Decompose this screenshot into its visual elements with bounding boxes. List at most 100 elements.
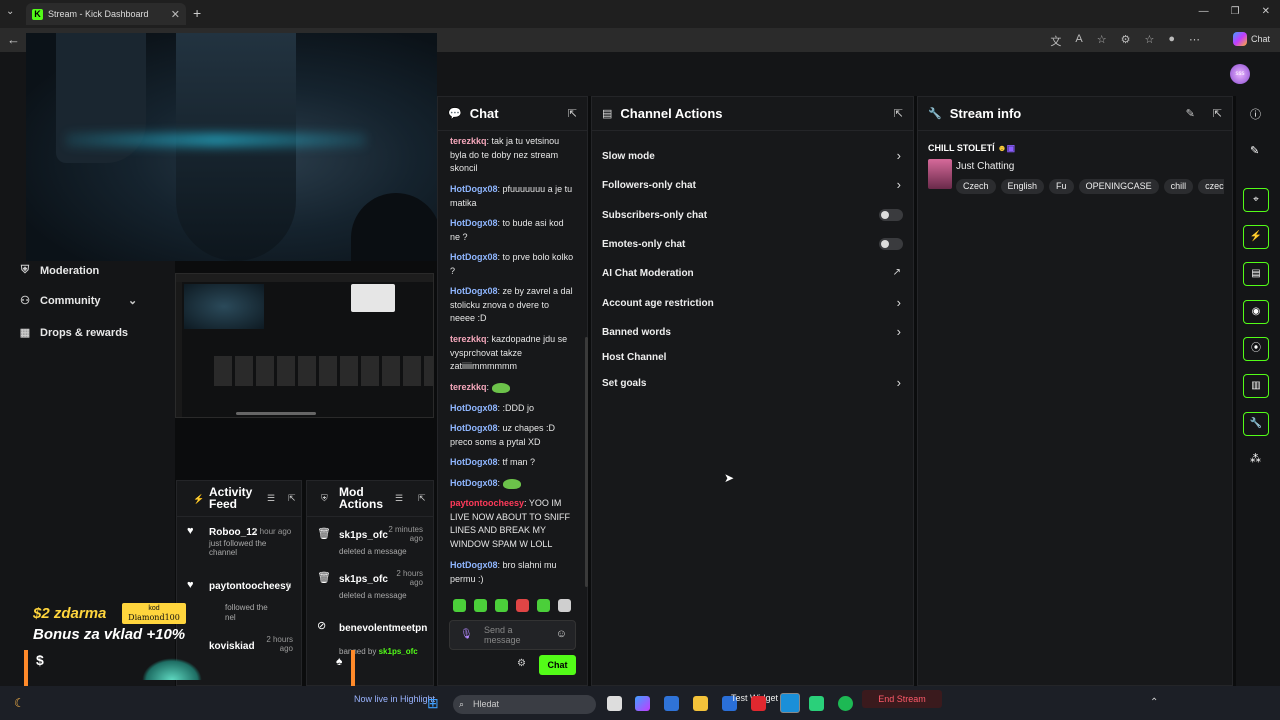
mouse-cursor-icon: ➤ <box>724 471 735 485</box>
actions-icon: ▤ <box>602 108 613 120</box>
restore-icon[interactable]: ❐ <box>1231 6 1240 17</box>
tag[interactable]: OPENINGCASE <box>1078 179 1159 194</box>
tag[interactable]: Czech <box>956 179 996 194</box>
edit-pencil-icon[interactable]: ✎ <box>1186 107 1195 120</box>
sidebar-item-community[interactable]: ⚇ Community ⌄ <box>18 294 137 308</box>
weather-moon-icon[interactable]: ☾ <box>14 696 25 710</box>
sidebar-item-moderation[interactable]: ⛨ Moderation <box>18 264 99 277</box>
profile-icon[interactable]: ● <box>1168 33 1175 49</box>
outlook-icon[interactable] <box>664 696 679 711</box>
broadcast-button[interactable]: ⦿ <box>1243 337 1269 361</box>
settings-gear-icon[interactable]: ⚙ <box>517 658 526 669</box>
popout-icon[interactable]: ⇱ <box>418 493 426 504</box>
end-stream-button[interactable]: End Stream <box>862 690 942 708</box>
browser-tab-bar: ⌄ K Stream - Kick Dashboard ✕ + — ❐ ✕ <box>0 0 1280 28</box>
emotes-only-toggle[interactable] <box>879 238 903 250</box>
system-tray-icon[interactable]: ⌃ <box>1150 697 1158 708</box>
external-link-icon: ↗ <box>892 267 901 278</box>
tags-list: Czech English Fu OPENINGCASE chill czech <box>956 176 1224 194</box>
popout-icon[interactable]: ⇱ <box>568 107 577 120</box>
chat-message: HotDogx08: tf man ? <box>450 457 536 467</box>
emote-icon[interactable] <box>474 599 487 612</box>
more-icon[interactable]: ⋯ <box>1189 33 1200 49</box>
chat-scrollbar[interactable] <box>585 337 588 587</box>
microphone-icon[interactable]: 🎙 <box>460 629 473 640</box>
tag[interactable]: chill <box>1163 179 1194 194</box>
chevron-right-icon: › <box>896 148 901 163</box>
channel-actions-panel: ▤ Channel Actions ⇱ Slow mode › Followers… <box>591 96 914 686</box>
emote-icon[interactable] <box>537 599 550 612</box>
copilot-button[interactable]: Chat <box>1232 32 1270 46</box>
app-icon[interactable] <box>809 696 824 711</box>
youtube-icon[interactable] <box>751 696 766 711</box>
avatar[interactable]: sss <box>1230 64 1250 84</box>
chevron-right-icon: › <box>896 324 901 339</box>
heart-icon: ♥ <box>187 525 194 537</box>
subscribers-only-toggle[interactable] <box>879 209 903 221</box>
emote-icon[interactable] <box>453 599 466 612</box>
wrench-button[interactable]: 🔧 <box>1243 412 1269 436</box>
tab-list-chevron-icon[interactable]: ⌄ <box>6 6 14 17</box>
extensions-icon[interactable]: ⚙ <box>1121 33 1131 49</box>
chevron-right-icon: › <box>896 375 901 390</box>
task-view-icon[interactable] <box>607 696 622 711</box>
layout-button[interactable]: ▥ <box>1243 374 1269 398</box>
mod-actions-title: Mod Actions <box>339 485 384 511</box>
copilot-taskbar-icon[interactable] <box>635 696 650 711</box>
share-icon[interactable]: ⁂ <box>1250 452 1261 465</box>
edge-icon[interactable] <box>780 693 800 713</box>
chat-message: HotDogx08: to prve bolo kolko ? <box>450 252 574 276</box>
filter-icon[interactable]: ☰ <box>267 493 275 504</box>
trash-icon: 🗑 <box>317 528 331 540</box>
windows-start-icon[interactable]: ⊞ <box>427 695 439 712</box>
taskbar-search-input[interactable]: ⌕ Hledat <box>453 695 596 714</box>
popout-icon[interactable]: ⇱ <box>288 493 296 504</box>
bolt-button[interactable]: ⚡ <box>1243 225 1269 249</box>
shield-icon: ⛨ <box>20 264 30 276</box>
emote-icon[interactable] <box>558 599 571 612</box>
new-tab-icon[interactable]: + <box>193 5 201 21</box>
notes-button[interactable]: ▤ <box>1243 262 1269 286</box>
read-aloud-icon[interactable]: A <box>1075 33 1082 49</box>
emote-icon[interactable] <box>495 599 508 612</box>
close-tab-icon[interactable]: ✕ <box>171 8 180 21</box>
tag[interactable]: English <box>1000 179 1045 194</box>
category-thumbnail[interactable] <box>928 159 952 189</box>
close-window-icon[interactable]: ✕ <box>1262 6 1270 17</box>
popout-icon[interactable]: ⇱ <box>1213 107 1222 120</box>
minimize-icon[interactable]: — <box>1199 6 1209 17</box>
chat-input-placeholder: Send a message <box>484 625 521 645</box>
copilot-label: Chat <box>1250 34 1270 44</box>
stream-preview[interactable] <box>175 273 434 418</box>
edit-pencil-icon[interactable]: ✎ <box>1250 144 1259 157</box>
chat-button[interactable]: ◉ <box>1243 300 1269 324</box>
emoji-icon: ☻ <box>997 143 1007 153</box>
browser-tab[interactable]: K Stream - Kick Dashboard ✕ <box>26 3 186 25</box>
info-icon[interactable]: ⓘ <box>1250 106 1261 122</box>
sidebar-item-drops[interactable]: ▦ Drops & rewards <box>18 326 128 340</box>
clip-button[interactable]: ⌖ <box>1243 188 1269 212</box>
chevron-down-icon: ⌄ <box>128 295 138 307</box>
favorites-icon[interactable]: ☆ <box>1144 33 1154 49</box>
chat-send-button[interactable]: Chat <box>539 655 576 675</box>
file-explorer-icon[interactable] <box>693 696 708 711</box>
spotify-icon[interactable] <box>838 696 853 711</box>
popout-icon[interactable]: ⇱ <box>894 107 903 120</box>
sidebar-item-label: Moderation <box>40 264 100 277</box>
dollar-icon: $ <box>36 652 44 668</box>
tag[interactable]: czech <box>1198 179 1224 194</box>
emote-icon[interactable] <box>516 599 529 612</box>
favorite-star-icon[interactable]: ☆ <box>1097 33 1107 49</box>
bolt-icon: ⚡ <box>193 494 205 504</box>
emoji-icon[interactable]: ☺ <box>556 628 567 640</box>
sidebar-item-label: Community <box>40 294 101 307</box>
live-highlight-notification[interactable]: Now live in Highlight <box>354 694 435 704</box>
tag[interactable]: Fu <box>1049 179 1074 194</box>
filter-icon[interactable]: ☰ <box>395 493 403 504</box>
chat-message: paytontoocheesy: YOO IM LIVE NOW ABOUT T… <box>450 498 571 549</box>
translate-icon[interactable]: 文 <box>1050 33 1061 49</box>
chat-message: terezkkq: <box>450 381 576 395</box>
back-icon[interactable]: ← <box>7 32 20 47</box>
chat-input[interactable]: 🎙 Send a message ☺ <box>449 620 576 650</box>
promo-headline: $2 zdarma <box>33 605 107 622</box>
